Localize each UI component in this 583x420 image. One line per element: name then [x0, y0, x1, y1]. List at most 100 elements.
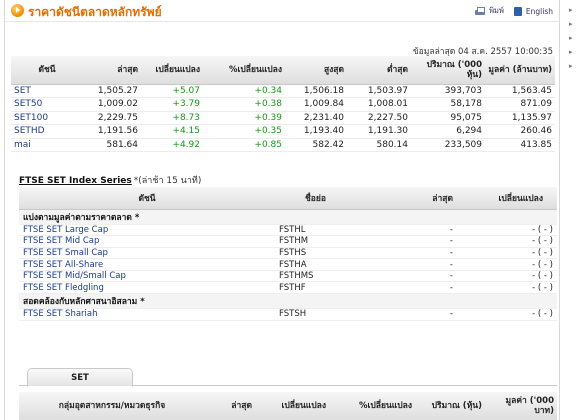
- ftse-last-value: -: [391, 270, 457, 283]
- column-header-high: สูงสุด: [285, 56, 347, 85]
- column-header-sector-last: ล่าสุด: [205, 392, 255, 420]
- low-value: 2,227.50: [347, 111, 411, 125]
- change-value: +5.07: [141, 84, 203, 98]
- ftse-index-name-link[interactable]: FTSE SET Large Cap: [19, 224, 275, 237]
- column-header-ftse-index: ดัชนี: [19, 187, 275, 210]
- ftse-index-name-link[interactable]: FTSE SET Shariah: [19, 308, 275, 321]
- table-row: SETHD 1,191.56 +4.15 +0.35 1,193.40 1,19…: [11, 124, 555, 139]
- chevron-right-icon[interactable]: ▸: [569, 6, 573, 14]
- low-value: 1,191.30: [347, 124, 411, 139]
- group-row: สอดคล้องกับหลักศาสนาอิสลาม *: [19, 293, 557, 310]
- ftse-index-name-link[interactable]: FTSE SET Fledgling: [19, 281, 275, 295]
- column-header-index: ดัชนี: [11, 56, 83, 85]
- ftse-last-value: -: [391, 258, 457, 271]
- volume-value: 393,703: [411, 84, 485, 98]
- volume-value: 6,294: [411, 124, 485, 139]
- group-label-market-cap: แบ่งตามมูลค่าตามราคาตลาด *: [19, 209, 557, 225]
- ftse-last-value: -: [391, 308, 457, 321]
- index-name-link[interactable]: SET: [11, 84, 83, 98]
- column-header-symbol: ชื่อย่อ: [275, 187, 391, 210]
- table-row: SET 1,505.27 +5.07 +0.34 1,506.18 1,503.…: [11, 84, 555, 98]
- turnover-value: 1,563.45: [485, 84, 555, 98]
- table-row: FTSE SET All-Share FSTHA - - ( - ): [19, 258, 557, 271]
- ftse-change-value: - ( - ): [457, 281, 557, 295]
- ftse-symbol: FSTHF: [275, 281, 391, 295]
- table-row: FTSE SET Large Cap FSTHL - - ( - ): [19, 224, 557, 237]
- table-row: FTSE SET Fledgling FSTHF - - ( - ): [19, 281, 557, 295]
- column-header-sector-pct-change: %เปลี่ยนแปลง: [329, 392, 415, 420]
- english-flag-icon[interactable]: [513, 6, 522, 16]
- ftse-delay-note: *(ล่าช้า 15 นาที): [133, 176, 202, 186]
- sector-table: กลุ่มอุตสาหกรรม/หมวดธุรกิจ ล่าสุด เปลี่ย…: [19, 392, 557, 420]
- high-value: 582.42: [285, 138, 347, 152]
- table-row: SET50 1,009.02 +3.79 +0.38 1,009.84 1,00…: [11, 97, 555, 112]
- high-value: 2,231.40: [285, 111, 347, 125]
- index-summary-table: ดัชนี ล่าสุด เปลี่ยนแปลง %เปลี่ยนแปลง สู…: [11, 56, 555, 152]
- ftse-change-value: - ( - ): [457, 270, 557, 283]
- tab-set[interactable]: SET: [27, 368, 133, 387]
- index-name-link[interactable]: mai: [11, 138, 83, 152]
- ftse-last-value: -: [391, 247, 457, 260]
- index-name-link[interactable]: SETHD: [11, 124, 83, 139]
- ftse-symbol: FSTSH: [275, 308, 391, 321]
- last-value: 1,505.27: [83, 84, 141, 98]
- ftse-change-value: - ( - ): [457, 247, 557, 260]
- ftse-change-value: - ( - ): [457, 308, 557, 321]
- ftse-index-table: ดัชนี ชื่อย่อ ล่าสุด เปลี่ยนแปลง แบ่งตาม…: [19, 187, 557, 321]
- change-value: +4.92: [141, 138, 203, 152]
- last-value: 1,009.02: [83, 97, 141, 112]
- table-row: FTSE SET Shariah FSTSH - - ( - ): [19, 308, 557, 321]
- chevron-right-icon[interactable]: ▸: [569, 62, 573, 70]
- column-header-sector-value: มูลค่า ('000 บาท): [485, 392, 557, 420]
- side-nav-strip: ▸ ▸ ▸ ▸ ▸: [561, 0, 583, 420]
- column-header-last: ล่าสุด: [83, 56, 141, 85]
- volume-value: 233,509: [411, 138, 485, 152]
- table-header-row: ดัชนี ล่าสุด เปลี่ยนแปลง %เปลี่ยนแปลง สู…: [11, 56, 555, 85]
- column-header-sector: กลุ่มอุตสาหกรรม/หมวดธุรกิจ: [19, 392, 205, 420]
- ftse-symbol: FSTHM: [275, 235, 391, 248]
- print-link[interactable]: พิมพ์: [489, 5, 504, 17]
- chevron-right-icon[interactable]: ▸: [569, 48, 573, 56]
- ftse-index-name-link[interactable]: FTSE SET Small Cap: [19, 247, 275, 260]
- index-name-link[interactable]: SET50: [11, 97, 83, 112]
- chevron-right-icon[interactable]: ▸: [569, 20, 573, 28]
- table-row: mai 581.64 +4.92 +0.85 582.42 580.14 233…: [11, 138, 555, 152]
- ftse-symbol: FSTHA: [275, 258, 391, 271]
- change-value: +4.15: [141, 124, 203, 139]
- volume-value: 95,075: [411, 111, 485, 125]
- pct-change-value: +0.34: [203, 84, 285, 98]
- high-value: 1,193.40: [285, 124, 347, 139]
- chevron-right-icon[interactable]: ▸: [569, 34, 573, 42]
- ftse-index-name-link[interactable]: FTSE SET All-Share: [19, 258, 275, 271]
- ftse-index-name-link[interactable]: FTSE SET Mid/Small Cap: [19, 270, 275, 283]
- table-row: SET100 2,229.75 +8.73 +0.39 2,231.40 2,2…: [11, 111, 555, 125]
- last-value: 581.64: [83, 138, 141, 152]
- group-row: แบ่งตามมูลค่าตามราคาตลาด *: [19, 209, 557, 225]
- column-header-pct-change: %เปลี่ยนแปลง: [203, 56, 285, 85]
- table-row: FTSE SET Small Cap FSTHS - - ( - ): [19, 247, 557, 260]
- index-name-link[interactable]: SET100: [11, 111, 83, 125]
- column-header-change: เปลี่ยนแปลง: [141, 56, 203, 85]
- column-header-low: ต่ำสุด: [347, 56, 411, 85]
- pct-change-value: +0.39: [203, 111, 285, 125]
- english-link[interactable]: English: [526, 7, 553, 16]
- group-label-shariah: สอดคล้องกับหลักศาสนาอิสลาม *: [19, 293, 557, 310]
- change-value: +8.73: [141, 111, 203, 125]
- orange-arrow-bullet-icon: [11, 4, 24, 17]
- ftse-index-name-link[interactable]: FTSE SET Mid Cap: [19, 235, 275, 248]
- ftse-section-heading: FTSE SET Index Series *(ล่าช้า 15 นาที): [19, 173, 201, 187]
- ftse-last-value: -: [391, 224, 457, 237]
- print-icon[interactable]: [475, 6, 486, 16]
- turnover-value: 260.46: [485, 124, 555, 139]
- ftse-symbol: FSTHMS: [275, 270, 391, 283]
- table-header-row: ดัชนี ชื่อย่อ ล่าสุด เปลี่ยนแปลง: [19, 187, 557, 210]
- volume-value: 58,178: [411, 97, 485, 112]
- ftse-series-link[interactable]: FTSE SET Index Series: [19, 176, 132, 186]
- ftse-last-value: -: [391, 235, 457, 248]
- low-value: 1,503.97: [347, 84, 411, 98]
- pct-change-value: +0.38: [203, 97, 285, 112]
- market-index-panel: ราคาดัชนีตลาดหลักทรัพย์ พิมพ์ English ข้…: [4, 0, 560, 420]
- column-header-sector-change: เปลี่ยนแปลง: [255, 392, 329, 420]
- high-value: 1,506.18: [285, 84, 347, 98]
- last-value: 2,229.75: [83, 111, 141, 125]
